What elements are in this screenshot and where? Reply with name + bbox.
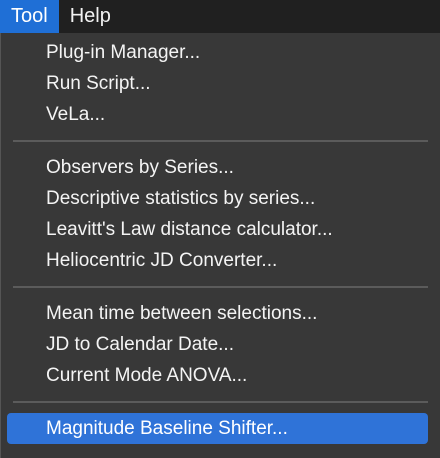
menu-item-mean-time-between-selections[interactable]: Mean time between selections... bbox=[1, 298, 432, 329]
menu-group-series: Observers by Series... Descriptive stati… bbox=[1, 148, 440, 280]
menu-item-plugin-manager[interactable]: Plug-in Manager... bbox=[1, 37, 432, 68]
menu-item-current-mode-anova[interactable]: Current Mode ANOVA... bbox=[1, 360, 432, 391]
menu-separator bbox=[13, 140, 428, 142]
menubar-help[interactable]: Help bbox=[59, 0, 122, 33]
menu-separator bbox=[13, 401, 428, 403]
menu-item-observers-by-series[interactable]: Observers by Series... bbox=[1, 152, 432, 183]
menu-group-magnitude: Magnitude Baseline Shifter... bbox=[1, 409, 440, 448]
menu-group-time: Mean time between selections... JD to Ca… bbox=[1, 294, 440, 395]
menu-item-run-script[interactable]: Run Script... bbox=[1, 68, 432, 99]
menubar-tool[interactable]: Tool bbox=[0, 0, 59, 33]
menu-item-heliocentric-jd-converter[interactable]: Heliocentric JD Converter... bbox=[1, 245, 432, 276]
menu-item-leavitts-law-calculator[interactable]: Leavitt's Law distance calculator... bbox=[1, 214, 432, 245]
menu-separator bbox=[13, 286, 428, 288]
menu-item-jd-to-calendar-date[interactable]: JD to Calendar Date... bbox=[1, 329, 432, 360]
menu-bar: Tool Help bbox=[0, 0, 440, 33]
menu-item-magnitude-baseline-shifter[interactable]: Magnitude Baseline Shifter... bbox=[7, 413, 428, 444]
menu-item-descriptive-statistics[interactable]: Descriptive statistics by series... bbox=[1, 183, 432, 214]
screen: Tool Help Plug-in Manager... Run Script.… bbox=[0, 0, 440, 458]
tool-menu-dropdown: Plug-in Manager... Run Script... VeLa...… bbox=[0, 33, 440, 458]
menu-item-vela[interactable]: VeLa... bbox=[1, 99, 432, 130]
menu-group-plugins: Plug-in Manager... Run Script... VeLa... bbox=[1, 33, 440, 134]
